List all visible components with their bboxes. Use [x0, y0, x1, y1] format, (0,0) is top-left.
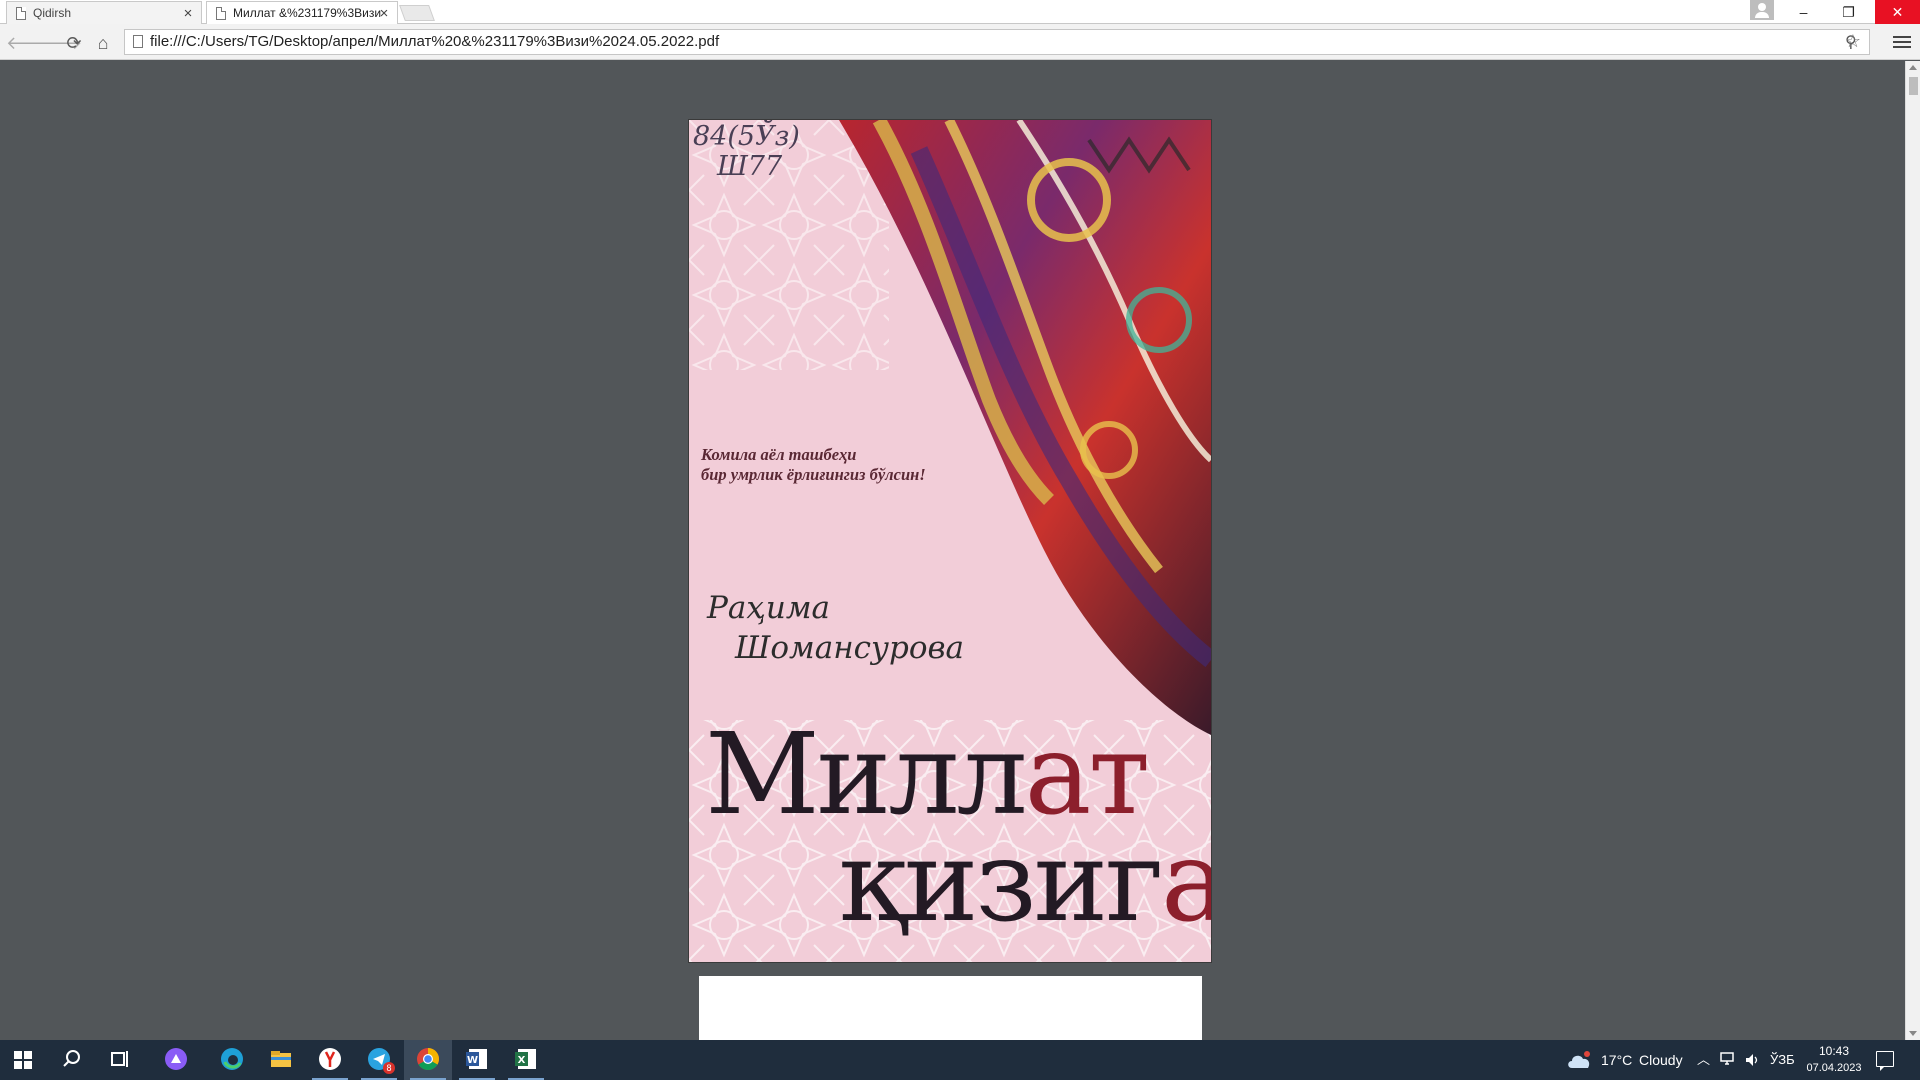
- author-first-name: Раҳима: [707, 590, 831, 626]
- weather-temperature[interactable]: 17°C: [1601, 1040, 1632, 1080]
- network-icon[interactable]: [1720, 1052, 1736, 1066]
- notification-badge: 8: [383, 1062, 395, 1074]
- excel-app[interactable]: X: [502, 1040, 550, 1080]
- tab-title: Qidirsh: [33, 6, 72, 20]
- reload-icon[interactable]: ⟳: [63, 32, 85, 54]
- clock-date[interactable]: 07.04.2023: [1804, 1061, 1864, 1080]
- show-hidden-icons-chevron-icon[interactable]: ︿: [1697, 1040, 1710, 1080]
- stamp-code: Ш77: [717, 151, 783, 182]
- close-tab-icon[interactable]: ×: [377, 2, 391, 24]
- next-pdf-page: [699, 976, 1202, 1040]
- close-window-button[interactable]: ✕: [1875, 0, 1920, 24]
- restore-button[interactable]: ❐: [1826, 0, 1871, 24]
- browser-menu-icon[interactable]: [1893, 33, 1911, 51]
- library-stamp: 84(5Ўз) Ш77: [693, 122, 800, 182]
- title-line-2-red: а: [1160, 817, 1211, 947]
- folder-icon: [271, 1051, 291, 1067]
- windows-taskbar: 8 W X 17°C Cloudy ︿ ЎЗБ 10:43 07.04.2023: [0, 1040, 1920, 1080]
- chrome-app[interactable]: [404, 1040, 452, 1080]
- minimize-button[interactable]: –: [1781, 0, 1826, 24]
- edge-app[interactable]: [208, 1040, 256, 1080]
- svg-text:W: W: [467, 1055, 478, 1066]
- scroll-up-arrow-icon[interactable]: [1909, 65, 1917, 70]
- task-view-button[interactable]: [96, 1040, 144, 1080]
- cover-tagline: Комила аёл ташбеҳи бир умрлик ёрлиғингиз…: [701, 445, 926, 485]
- volume-icon[interactable]: [1744, 1052, 1760, 1068]
- input-language[interactable]: ЎЗБ: [1770, 1040, 1795, 1080]
- page-info-icon[interactable]: [133, 35, 143, 48]
- excel-icon: X: [515, 1049, 536, 1069]
- title-line-2-dark: қизиг: [839, 817, 1164, 947]
- tagline-line-1: Комила аёл ташбеҳи: [701, 445, 857, 464]
- alice-app[interactable]: [152, 1040, 200, 1080]
- author-last-name: Шомансурова: [735, 630, 965, 666]
- address-bar[interactable]: file:///C:/Users/TG/Desktop/апрел/Миллат…: [124, 29, 1870, 55]
- vertical-scrollbar[interactable]: [1905, 61, 1920, 1040]
- search-button[interactable]: [48, 1040, 96, 1080]
- book-title-line-1: Миллат: [705, 719, 1150, 831]
- tab-title: Миллат &%231179%3Визи: [233, 6, 382, 20]
- start-button[interactable]: [0, 1040, 48, 1080]
- weather-condition[interactable]: Cloudy: [1639, 1040, 1683, 1080]
- yandex-icon: [319, 1048, 341, 1070]
- book-cover-page: 84(5Ўз) Ш77 Комила аёл ташбеҳи бир умрли…: [689, 120, 1211, 962]
- close-tab-icon[interactable]: ×: [181, 2, 195, 24]
- word-icon: W: [466, 1049, 487, 1069]
- browser-toolbar: 🡐 🡒 ⟳ ⌂ file:///C:/Users/TG/Desktop/апре…: [0, 24, 1920, 60]
- action-center-icon[interactable]: [1876, 1051, 1894, 1071]
- pdf-viewer[interactable]: 84(5Ўз) Ш77 Комила аёл ташбеҳи бир умрли…: [0, 61, 1905, 1040]
- svg-text:X: X: [518, 1055, 526, 1066]
- stamp-classification: 84(5Ўз): [693, 121, 800, 152]
- home-icon[interactable]: ⌂: [92, 32, 114, 54]
- telegram-app[interactable]: 8: [355, 1040, 403, 1080]
- url-text[interactable]: file:///C:/Users/TG/Desktop/апрел/Миллат…: [150, 30, 719, 54]
- book-title-line-2: қизига: [839, 826, 1211, 938]
- windows-logo-icon: [14, 1051, 32, 1069]
- forward-arrow-icon[interactable]: 🡒: [34, 32, 82, 54]
- document-icon: [216, 7, 226, 20]
- search-icon: [63, 1050, 80, 1067]
- tab-qidirsh[interactable]: Qidirsh ×: [6, 1, 202, 24]
- back-arrow-icon[interactable]: 🡐: [6, 32, 54, 54]
- cloudy-weather-icon[interactable]: [1566, 1050, 1594, 1070]
- profile-icon[interactable]: [1750, 0, 1774, 20]
- bookmark-star-icon[interactable]: ☆: [1845, 31, 1861, 52]
- tab-pdf-document[interactable]: Миллат &%231179%3Визи ×: [206, 1, 398, 24]
- chrome-icon: [417, 1048, 439, 1070]
- file-explorer-app[interactable]: [257, 1040, 305, 1080]
- word-app[interactable]: W: [453, 1040, 501, 1080]
- scroll-thumb[interactable]: [1909, 77, 1918, 95]
- new-tab-button[interactable]: [399, 5, 435, 21]
- alice-icon: [165, 1048, 187, 1070]
- scroll-down-arrow-icon[interactable]: [1909, 1031, 1917, 1036]
- document-icon: [16, 7, 26, 20]
- tagline-line-2: бир умрлик ёрлиғингиз бўлсин!: [701, 465, 926, 484]
- yandex-browser-app[interactable]: [306, 1040, 354, 1080]
- tab-strip: Qidirsh × Миллат &%231179%3Визи × – ❐ ✕: [0, 0, 1920, 24]
- task-view-icon: [111, 1051, 128, 1067]
- edge-icon: [221, 1048, 243, 1070]
